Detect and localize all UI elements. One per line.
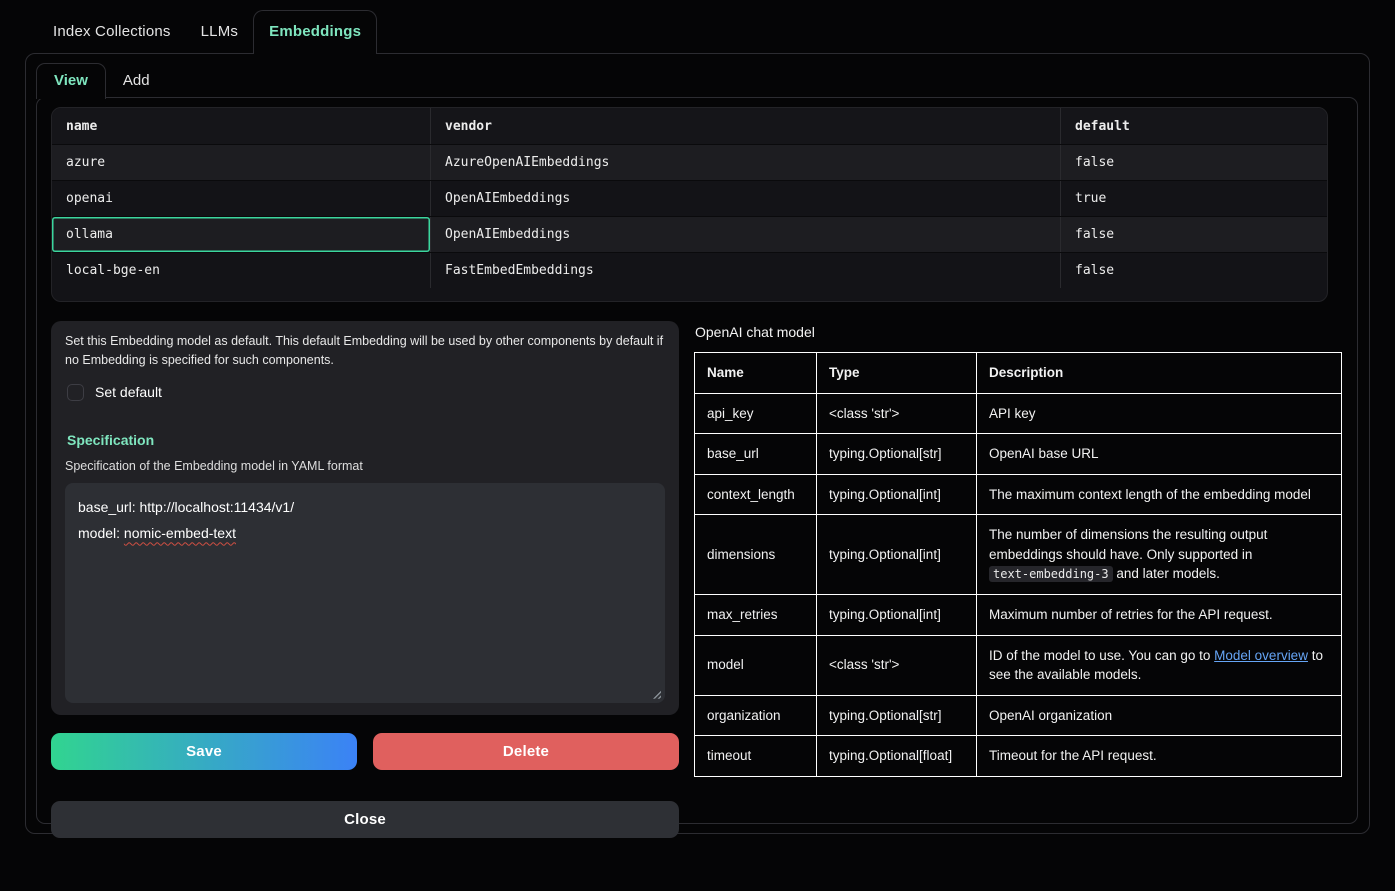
model-overview-link[interactable]: Model overview [1214,648,1308,663]
cell-default: true [1060,181,1327,216]
cell-vendor: AzureOpenAIEmbeddings [430,145,1060,180]
doc-title: OpenAI chat model [695,324,1342,340]
doc-row-max-retries: max_retries typing.Optional[int] Maximum… [695,594,1342,635]
set-default-checkbox[interactable] [67,384,84,401]
tab-index-collections[interactable]: Index Collections [38,11,186,53]
model-doc-table: Name Type Description api_key <class 'st… [694,352,1342,777]
code-chip-text-embedding-3: text-embedding-3 [989,566,1113,582]
cell-default: false [1060,253,1327,288]
delete-button[interactable]: Delete [373,733,679,770]
table-row-openai[interactable]: openai OpenAIEmbeddings true [52,180,1327,216]
doc-desc: Timeout for the API request. [977,736,1342,777]
doc-row-api-key: api_key <class 'str'> API key [695,393,1342,434]
view-panel: name vendor default azure AzureOpenAIEmb… [36,97,1358,824]
cell-name-selected: ollama [52,217,430,252]
doc-name: base_url [695,434,817,475]
doc-desc: API key [977,393,1342,434]
yaml-model-value: nomic-embed-text [124,525,236,541]
specification-subtitle: Specification of the Embedding model in … [65,459,665,473]
tab-llms[interactable]: LLMs [186,11,253,53]
doc-desc: The number of dimensions the resulting o… [977,515,1342,595]
doc-name: organization [695,695,817,736]
set-default-label[interactable]: Set default [95,384,162,400]
embeddings-table-header: name vendor default [52,108,1327,144]
doc-type: typing.Optional[int] [817,474,977,515]
table-row-azure[interactable]: azure AzureOpenAIEmbeddings false [52,144,1327,180]
cell-vendor: OpenAIEmbeddings [430,181,1060,216]
doc-type: typing.Optional[str] [817,695,977,736]
doc-row-organization: organization typing.Optional[str] OpenAI… [695,695,1342,736]
cell-default: false [1060,145,1327,180]
embeddings-panel: View Add name vendor default azure Azure… [25,53,1370,834]
edit-column: Set this Embedding model as default. Thi… [51,321,679,838]
doc-row-model: model <class 'str'> ID of the model to u… [695,635,1342,695]
subtab-view[interactable]: View [36,63,106,99]
yaml-line-1: base_url: http://localhost:11434/v1/ [78,494,652,521]
doc-type: typing.Optional[str] [817,434,977,475]
doc-name: timeout [695,736,817,777]
cell-default: false [1060,217,1327,252]
doc-type: <class 'str'> [817,635,977,695]
cell-name: local-bge-en [52,253,430,288]
cell-name: openai [52,181,430,216]
col-header-name: name [52,108,430,144]
doc-col-name: Name [695,353,817,394]
doc-row-context-length: context_length typing.Optional[int] The … [695,474,1342,515]
col-header-vendor: vendor [430,108,1060,144]
table-row-ollama[interactable]: ollama OpenAIEmbeddings false [52,216,1327,252]
table-row-local-bge-en[interactable]: local-bge-en FastEmbedEmbeddings false [52,252,1327,288]
cell-name: azure [52,145,430,180]
doc-desc: Maximum number of retries for the API re… [977,594,1342,635]
close-button[interactable]: Close [51,801,679,838]
specification-heading: Specification [67,432,665,448]
yaml-line-2: model: nomic-embed-text [78,520,652,547]
doc-type: typing.Optional[int] [817,515,977,595]
doc-row-dimensions: dimensions typing.Optional[int] The numb… [695,515,1342,595]
doc-desc: OpenAI organization [977,695,1342,736]
doc-header-row: Name Type Description [695,353,1342,394]
doc-col-description: Description [977,353,1342,394]
doc-desc: The maximum context length of the embedd… [977,474,1342,515]
col-header-default: default [1060,108,1327,144]
doc-row-base-url: base_url typing.Optional[str] OpenAI bas… [695,434,1342,475]
embeddings-table: name vendor default azure AzureOpenAIEmb… [51,107,1328,302]
doc-type: typing.Optional[float] [817,736,977,777]
doc-col-type: Type [817,353,977,394]
doc-type: typing.Optional[int] [817,594,977,635]
doc-name: dimensions [695,515,817,595]
doc-type: <class 'str'> [817,393,977,434]
doc-desc: OpenAI base URL [977,434,1342,475]
subtab-add[interactable]: Add [106,64,167,98]
default-config-panel: Set this Embedding model as default. Thi… [51,321,679,715]
main-tab-bar: Index Collections LLMs Embeddings [25,10,1370,53]
save-button[interactable]: Save [51,733,357,770]
tab-embeddings[interactable]: Embeddings [253,10,377,54]
doc-name: api_key [695,393,817,434]
doc-name: context_length [695,474,817,515]
doc-row-timeout: timeout typing.Optional[float] Timeout f… [695,736,1342,777]
cell-vendor: OpenAIEmbeddings [430,217,1060,252]
doc-desc: ID of the model to use. You can go to Mo… [977,635,1342,695]
textarea-resize-handle[interactable] [651,689,661,699]
doc-column: OpenAI chat model Name Type Description … [694,321,1343,838]
doc-name: max_retries [695,594,817,635]
set-default-row: Set default [67,384,665,401]
yaml-spec-textarea[interactable]: base_url: http://localhost:11434/v1/ mod… [65,483,665,703]
sub-tab-bar: View Add [36,63,1358,98]
doc-name: model [695,635,817,695]
cell-vendor: FastEmbedEmbeddings [430,253,1060,288]
set-default-description: Set this Embedding model as default. Thi… [65,332,665,371]
